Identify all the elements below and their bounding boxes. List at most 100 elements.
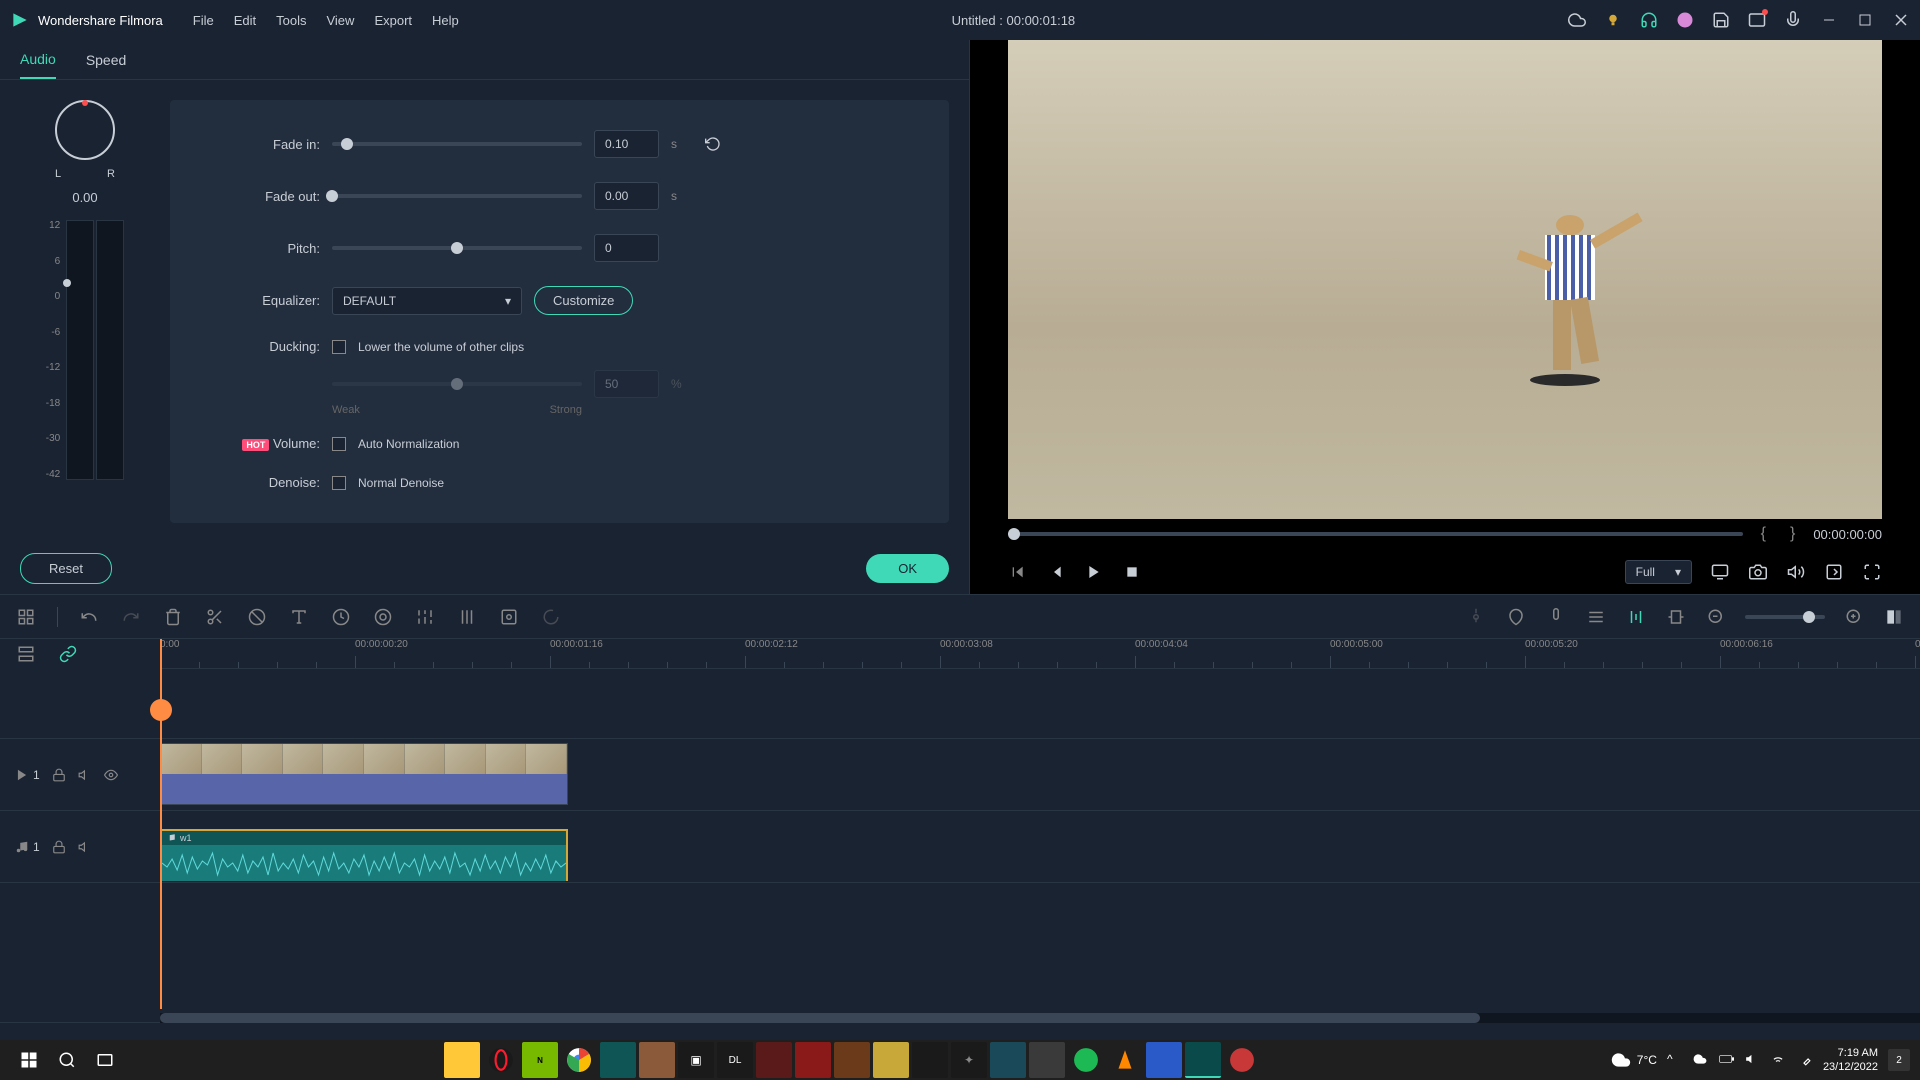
mic-icon[interactable] xyxy=(1784,11,1802,29)
export-frame-icon[interactable] xyxy=(1824,562,1844,582)
speed-icon[interactable] xyxy=(330,606,352,628)
tray-battery-icon[interactable] xyxy=(1719,1052,1735,1068)
app-icon-21[interactable] xyxy=(1224,1042,1260,1078)
app-icon-7[interactable]: ▣ xyxy=(678,1042,714,1078)
menu-export[interactable]: Export xyxy=(374,13,412,28)
menu-tools[interactable]: Tools xyxy=(276,13,306,28)
scrub-track[interactable] xyxy=(1008,532,1743,536)
app-icon-15[interactable] xyxy=(990,1042,1026,1078)
message-icon[interactable] xyxy=(1748,11,1766,29)
denoise-checkbox[interactable] xyxy=(332,476,346,490)
cloud-icon[interactable] xyxy=(1568,11,1586,29)
eye-icon[interactable] xyxy=(104,768,118,782)
keyframe-icon[interactable] xyxy=(456,606,478,628)
zoom-slider[interactable] xyxy=(1745,615,1825,619)
zoom-out-icon[interactable] xyxy=(1705,606,1727,628)
nvidia-app-icon[interactable]: N xyxy=(522,1042,558,1078)
split-icon[interactable] xyxy=(204,606,226,628)
app-icon-10[interactable] xyxy=(795,1042,831,1078)
stop-button[interactable] xyxy=(1122,562,1142,582)
delete-icon[interactable] xyxy=(162,606,184,628)
timeline-ruler[interactable]: 0:0000:00:00:2000:00:01:1600:00:02:1200:… xyxy=(160,639,1920,669)
tray-chevron-icon[interactable]: ^ xyxy=(1667,1052,1683,1068)
preview-zoom-select[interactable]: Full ▾ xyxy=(1625,560,1692,584)
headphones-icon[interactable] xyxy=(1640,11,1658,29)
menu-view[interactable]: View xyxy=(326,13,354,28)
customize-button[interactable]: Customize xyxy=(534,286,633,315)
redo-icon[interactable] xyxy=(120,606,142,628)
ok-button[interactable]: OK xyxy=(866,554,949,583)
fullscreen-icon[interactable] xyxy=(1862,562,1882,582)
ducking-input[interactable] xyxy=(594,370,659,398)
play-reverse-button[interactable] xyxy=(1046,562,1066,582)
zoom-fit-icon[interactable] xyxy=(1883,606,1905,628)
preview-video[interactable] xyxy=(1008,40,1882,519)
app-icon-6[interactable] xyxy=(639,1042,675,1078)
menu-file[interactable]: File xyxy=(193,13,214,28)
record-voiceover-icon[interactable] xyxy=(1545,606,1567,628)
mark-in-button[interactable]: { xyxy=(1755,525,1772,543)
ducking-checkbox[interactable] xyxy=(332,340,346,354)
pitch-slider[interactable] xyxy=(332,246,582,250)
explorer-app-icon[interactable] xyxy=(444,1042,480,1078)
tray-wifi-icon[interactable] xyxy=(1771,1052,1787,1068)
profile-icon[interactable] xyxy=(1676,11,1694,29)
app-icon-16[interactable] xyxy=(1029,1042,1065,1078)
render-icon[interactable] xyxy=(1465,606,1487,628)
menu-help[interactable]: Help xyxy=(432,13,459,28)
mark-out-button[interactable]: } xyxy=(1784,525,1801,543)
fade-in-reset-icon[interactable] xyxy=(703,134,723,154)
audio-track-content[interactable]: w1 xyxy=(160,811,1920,882)
pitch-input[interactable] xyxy=(594,234,659,262)
video-clip[interactable] xyxy=(160,743,568,805)
mixer-icon[interactable] xyxy=(1585,606,1607,628)
text-icon[interactable] xyxy=(288,606,310,628)
menu-edit[interactable]: Edit xyxy=(234,13,256,28)
track-manage-icon[interactable] xyxy=(15,643,37,665)
prev-frame-button[interactable] xyxy=(1008,562,1028,582)
close-icon[interactable] xyxy=(1892,11,1910,29)
taskbar-clock[interactable]: 7:19 AM 23/12/2022 xyxy=(1823,1046,1878,1075)
green-screen-icon[interactable] xyxy=(498,606,520,628)
snapshot-icon[interactable] xyxy=(1748,562,1768,582)
audio-track-icon[interactable]: 1 xyxy=(15,840,40,854)
motion-icon[interactable] xyxy=(540,606,562,628)
fade-in-input[interactable] xyxy=(594,130,659,158)
playhead[interactable] xyxy=(160,639,162,1009)
app-icon-8[interactable]: DL xyxy=(717,1042,753,1078)
tray-language-icon[interactable] xyxy=(1797,1052,1813,1068)
app-icon-12[interactable] xyxy=(873,1042,909,1078)
volume-icon[interactable] xyxy=(1786,562,1806,582)
display-icon[interactable] xyxy=(1710,562,1730,582)
lock-icon[interactable] xyxy=(52,840,66,854)
auto-ripple-icon[interactable] xyxy=(1625,606,1647,628)
app-icon-13[interactable] xyxy=(912,1042,948,1078)
task-view-icon[interactable] xyxy=(86,1041,124,1079)
video-track-content[interactable] xyxy=(160,739,1920,810)
scrollbar-thumb[interactable] xyxy=(160,1013,1480,1023)
start-button[interactable] xyxy=(10,1041,48,1079)
notification-badge[interactable]: 2 xyxy=(1888,1049,1910,1071)
ducking-slider[interactable] xyxy=(332,382,582,386)
minimize-icon[interactable] xyxy=(1820,11,1838,29)
tray-volume-icon[interactable] xyxy=(1745,1052,1761,1068)
pan-dial[interactable] xyxy=(55,100,115,160)
fade-out-input[interactable] xyxy=(594,182,659,210)
opera-app-icon[interactable] xyxy=(483,1042,519,1078)
equalizer-select[interactable]: DEFAULT ▾ xyxy=(332,287,522,315)
tab-audio[interactable]: Audio xyxy=(20,41,56,79)
color-icon[interactable] xyxy=(372,606,394,628)
mute-icon[interactable] xyxy=(78,840,92,854)
filmora-app-icon[interactable] xyxy=(1185,1042,1221,1078)
layout-icon[interactable] xyxy=(15,606,37,628)
search-icon[interactable] xyxy=(48,1041,86,1079)
spotify-app-icon[interactable] xyxy=(1068,1042,1104,1078)
marker-icon[interactable] xyxy=(1505,606,1527,628)
mute-icon[interactable] xyxy=(78,768,92,782)
lightbulb-icon[interactable] xyxy=(1604,11,1622,29)
zoom-in-icon[interactable] xyxy=(1843,606,1865,628)
chrome-app-icon[interactable] xyxy=(561,1042,597,1078)
adjust-icon[interactable] xyxy=(414,606,436,628)
lock-icon[interactable] xyxy=(52,768,66,782)
tray-onedrive-icon[interactable] xyxy=(1693,1052,1709,1068)
